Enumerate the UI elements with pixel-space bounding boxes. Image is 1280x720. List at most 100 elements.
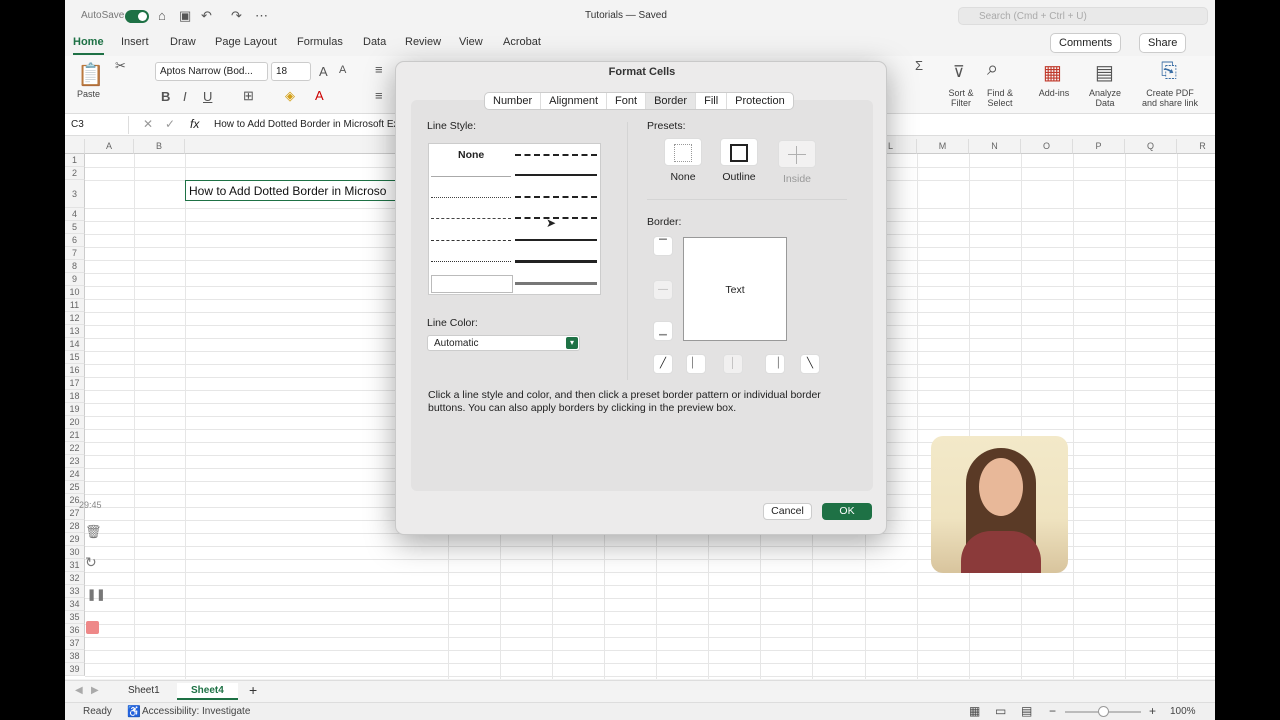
border-diagonal-down-button[interactable]: ╲ <box>800 354 820 374</box>
normal-view-icon[interactable]: ▦ <box>969 704 980 718</box>
font-color-icon[interactable]: A <box>315 88 324 103</box>
row-header[interactable]: 13 <box>65 325 85 338</box>
border-diagonal-up-button[interactable]: ╱ <box>653 354 673 374</box>
autosave-toggle[interactable] <box>125 10 149 23</box>
decrease-font-icon[interactable]: A <box>339 64 346 76</box>
tab-alignment[interactable]: Alignment <box>541 93 608 109</box>
row-header[interactable]: 7 <box>65 247 85 260</box>
border-middle-vertical-button[interactable]: │ <box>723 354 743 374</box>
row-header[interactable]: 2 <box>65 167 85 180</box>
row-header[interactable]: 16 <box>65 364 85 377</box>
row-header[interactable]: 39 <box>65 663 85 676</box>
tab-formulas[interactable]: Formulas <box>297 36 343 48</box>
line-style-option[interactable] <box>515 282 597 285</box>
row-header[interactable]: 4 <box>65 208 85 221</box>
fx-icon[interactable]: fx <box>190 117 199 131</box>
zoom-in-icon[interactable]: + <box>1149 704 1156 718</box>
undo-icon[interactable]: ↶ <box>201 8 212 24</box>
create-pdf-icon[interactable]: ⎘ <box>1161 60 1177 83</box>
cut-icon[interactable]: ✂ <box>115 58 126 74</box>
preset-none-button[interactable] <box>664 138 702 166</box>
row-header[interactable]: 17 <box>65 377 85 390</box>
column-header[interactable]: R <box>1177 139 1215 154</box>
border-top-button[interactable]: ▔ <box>653 236 673 256</box>
line-style-option[interactable] <box>431 218 511 219</box>
row-header[interactable]: 6 <box>65 234 85 247</box>
cell-c3[interactable]: How to Add Dotted Border in Microso <box>185 180 415 201</box>
pause-icon[interactable]: ❚❚ <box>87 588 105 601</box>
find-icon[interactable]: ⌕ <box>987 58 998 81</box>
cancel-formula-icon[interactable]: ✕ <box>143 117 153 131</box>
document-title[interactable]: Tutorials — Saved <box>585 10 667 21</box>
sort-filter-label[interactable]: Sort & Filter <box>941 88 981 108</box>
line-style-option[interactable] <box>431 197 511 198</box>
add-ins-icon[interactable]: ▦ <box>1043 60 1062 85</box>
sheet-tab-sheet1[interactable]: Sheet1 <box>128 685 160 696</box>
tab-border[interactable]: Border <box>646 93 697 109</box>
line-style-option[interactable] <box>431 240 511 241</box>
column-header[interactable]: A <box>85 139 134 154</box>
row-header[interactable]: 19 <box>65 403 85 416</box>
confirm-formula-icon[interactable]: ✓ <box>165 117 175 131</box>
stop-icon[interactable] <box>86 621 99 634</box>
row-header[interactable]: 10 <box>65 286 85 299</box>
tab-page-layout[interactable]: Page Layout <box>215 36 277 48</box>
preset-inside-button[interactable] <box>778 140 816 168</box>
save-icon[interactable]: ▣ <box>179 8 191 24</box>
column-header[interactable]: B <box>134 139 185 154</box>
row-header[interactable]: 20 <box>65 416 85 429</box>
line-style-option[interactable] <box>515 260 597 263</box>
sort-filter-icon[interactable]: ⊽ <box>953 62 965 82</box>
paste-label[interactable]: Paste <box>77 89 100 99</box>
row-header[interactable]: 8 <box>65 260 85 273</box>
underline-icon[interactable]: U <box>203 89 212 104</box>
cancel-button[interactable]: Cancel <box>763 503 812 520</box>
comments-button[interactable]: Comments <box>1050 33 1122 53</box>
line-style-option[interactable] <box>431 261 511 262</box>
prev-sheet-icon[interactable]: ◀ <box>75 685 83 696</box>
page-layout-view-icon[interactable]: ▭ <box>995 704 1006 718</box>
line-style-picker[interactable]: None ➤ <box>428 143 601 295</box>
analyze-data-icon[interactable]: ▤ <box>1095 60 1114 85</box>
clipboard-icon[interactable]: 📋 <box>77 62 104 88</box>
increase-font-icon[interactable]: A <box>319 64 328 79</box>
line-style-option[interactable] <box>515 154 597 156</box>
row-header[interactable]: 22 <box>65 442 85 455</box>
line-style-option[interactable] <box>515 239 597 241</box>
column-header[interactable]: Q <box>1125 139 1177 154</box>
bold-icon[interactable]: B <box>161 89 170 104</box>
tab-draw[interactable]: Draw <box>170 36 196 48</box>
borders-icon[interactable]: ⊞ <box>243 88 254 104</box>
line-color-select[interactable]: Automatic ▾ <box>427 335 580 351</box>
tab-insert[interactable]: Insert <box>121 36 149 48</box>
preset-outline-button[interactable] <box>720 138 758 166</box>
row-header[interactable]: 9 <box>65 273 85 286</box>
row-header[interactable]: 11 <box>65 299 85 312</box>
name-box[interactable]: C3 <box>67 116 129 134</box>
tab-view[interactable]: View <box>459 36 483 48</box>
analyze-data-label[interactable]: Analyze Data <box>1085 88 1125 108</box>
autosum-icon[interactable]: Σ <box>915 58 923 73</box>
align-left-icon[interactable]: ≡ <box>375 88 383 103</box>
row-header[interactable]: 12 <box>65 312 85 325</box>
next-sheet-icon[interactable]: ▶ <box>91 685 99 696</box>
redo-icon[interactable]: ↷ <box>231 8 242 24</box>
tab-fill[interactable]: Fill <box>696 93 728 109</box>
tab-protection[interactable]: Protection <box>727 93 793 109</box>
restart-icon[interactable]: ↻ <box>85 554 97 571</box>
row-header[interactable]: 21 <box>65 429 85 442</box>
add-sheet-button[interactable]: + <box>249 682 257 698</box>
share-button[interactable]: Share <box>1139 33 1187 53</box>
row-header[interactable]: 3 <box>65 180 85 208</box>
row-header[interactable]: 5 <box>65 221 85 234</box>
line-style-option[interactable] <box>515 196 597 198</box>
font-size-select[interactable]: 18 <box>271 62 311 81</box>
align-icon[interactable]: ≡ <box>375 62 383 77</box>
row-header[interactable]: 15 <box>65 351 85 364</box>
line-style-option-double[interactable] <box>431 275 513 293</box>
accessibility-icon[interactable]: ♿ <box>127 705 141 718</box>
accessibility-status[interactable]: Accessibility: Investigate <box>142 706 250 717</box>
add-ins-label[interactable]: Add-ins <box>1031 88 1077 98</box>
select-all-corner[interactable] <box>65 139 85 154</box>
row-header[interactable]: 23 <box>65 455 85 468</box>
